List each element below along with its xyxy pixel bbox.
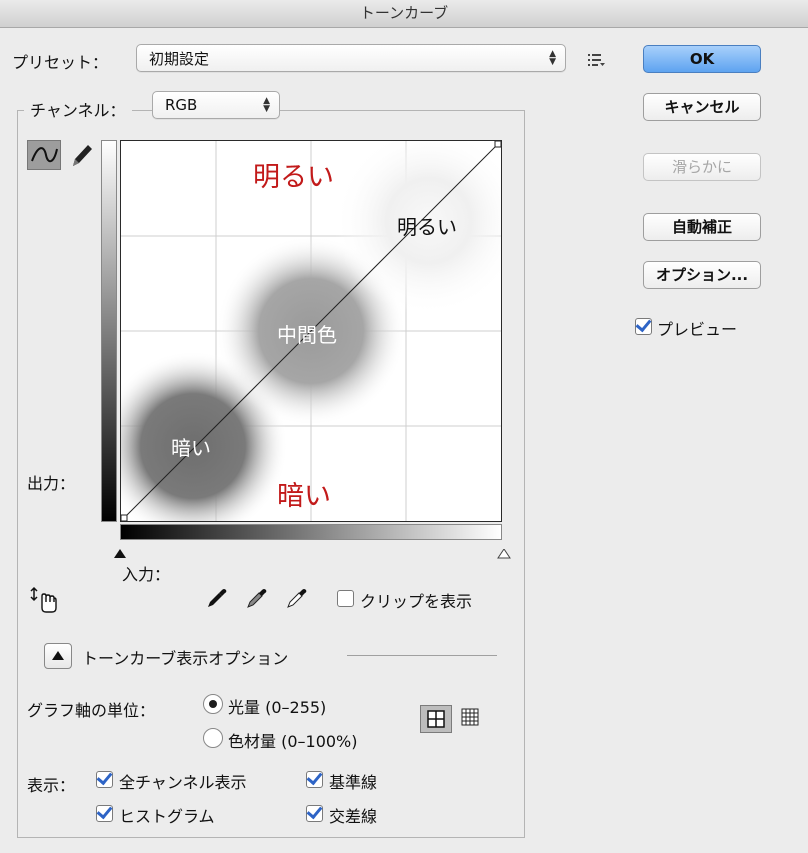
bright-annotation: 明るい [253,162,334,193]
section-divider [347,655,497,656]
baseline-label: 基準線 [329,773,378,792]
grid-detailed-button[interactable] [456,705,488,733]
black-eyedropper-icon[interactable] [205,586,229,614]
select-arrows-icon: ▲ ▼ [263,96,270,114]
preset-value: 初期設定 [149,49,210,68]
preview-label: プレビュー [657,320,738,339]
display-options-title: トーンカーブ表示オプション [82,649,289,668]
intersection-label: 交差線 [329,807,378,826]
shadows-label: 暗い [171,436,211,460]
graph-units-label: グラフ軸の単位： [27,701,156,720]
preset-select[interactable]: 初期設定 ▲ ▼ [136,44,566,72]
highlights-label: 明るい [397,215,457,239]
disclosure-toggle-button[interactable] [44,643,72,669]
output-label: 出力： [27,474,76,493]
curve-point-black[interactable] [121,514,128,521]
all-channels-label: 全チャンネル表示 [119,773,247,792]
radio-light-label: 光量 (0–255) [228,698,327,717]
white-eyedropper-icon[interactable] [285,586,309,614]
pencil-tool-icon[interactable] [66,140,96,170]
preset-label: プリセット： [12,53,109,72]
all-channels-checkbox[interactable] [96,771,113,788]
grid-2x2-icon [427,710,445,728]
curve-point-white[interactable] [494,141,501,148]
curve-tool-icon[interactable] [27,140,61,170]
options-button[interactable]: オプション... [643,261,761,289]
gray-eyedropper-icon[interactable] [245,586,269,614]
input-gradient-bar [120,524,502,540]
select-arrows-icon: ▲ ▼ [549,49,556,67]
window-title-bar: トーンカーブ [0,0,808,28]
white-point-slider[interactable] [497,544,511,563]
intersection-checkbox[interactable] [306,805,323,822]
histogram-label: ヒストグラム [119,807,215,826]
radio-pigment-label: 色材量 (0–100%) [228,732,358,751]
channel-label: チャンネル： [24,97,132,121]
midtones-label: 中間色 [277,323,337,347]
grid-4x4-icon [461,708,479,726]
channel-select[interactable]: RGB ▲ ▼ [152,91,280,119]
triangle-up-icon [52,651,64,660]
grid-simple-button[interactable] [420,705,452,733]
histogram-checkbox[interactable] [96,805,113,822]
output-gradient-bar [101,140,117,522]
clip-label: クリップを表示 [360,592,473,611]
baseline-checkbox[interactable] [306,771,323,788]
dark-annotation: 暗い [277,481,331,512]
show-label: 表示： [27,776,76,795]
channel-value: RGB [165,96,198,114]
curve-graph[interactable]: 明るい 明るい 中間色 暗い 暗い [120,140,502,522]
radio-pigment[interactable] [203,728,223,748]
window-title: トーンカーブ [359,4,449,22]
ok-button[interactable]: OK [643,45,761,73]
preset-menu-icon[interactable] [588,52,606,66]
cancel-button[interactable]: キャンセル [643,93,761,121]
auto-button[interactable]: 自動補正 [643,213,761,241]
smooth-button[interactable]: 滑らかに [643,153,761,181]
input-label: 入力： [122,565,171,584]
clip-checkbox[interactable] [337,590,354,607]
targeted-adjust-hand-icon[interactable] [30,586,60,614]
preview-checkbox[interactable] [635,318,652,335]
radio-light[interactable] [203,694,223,714]
